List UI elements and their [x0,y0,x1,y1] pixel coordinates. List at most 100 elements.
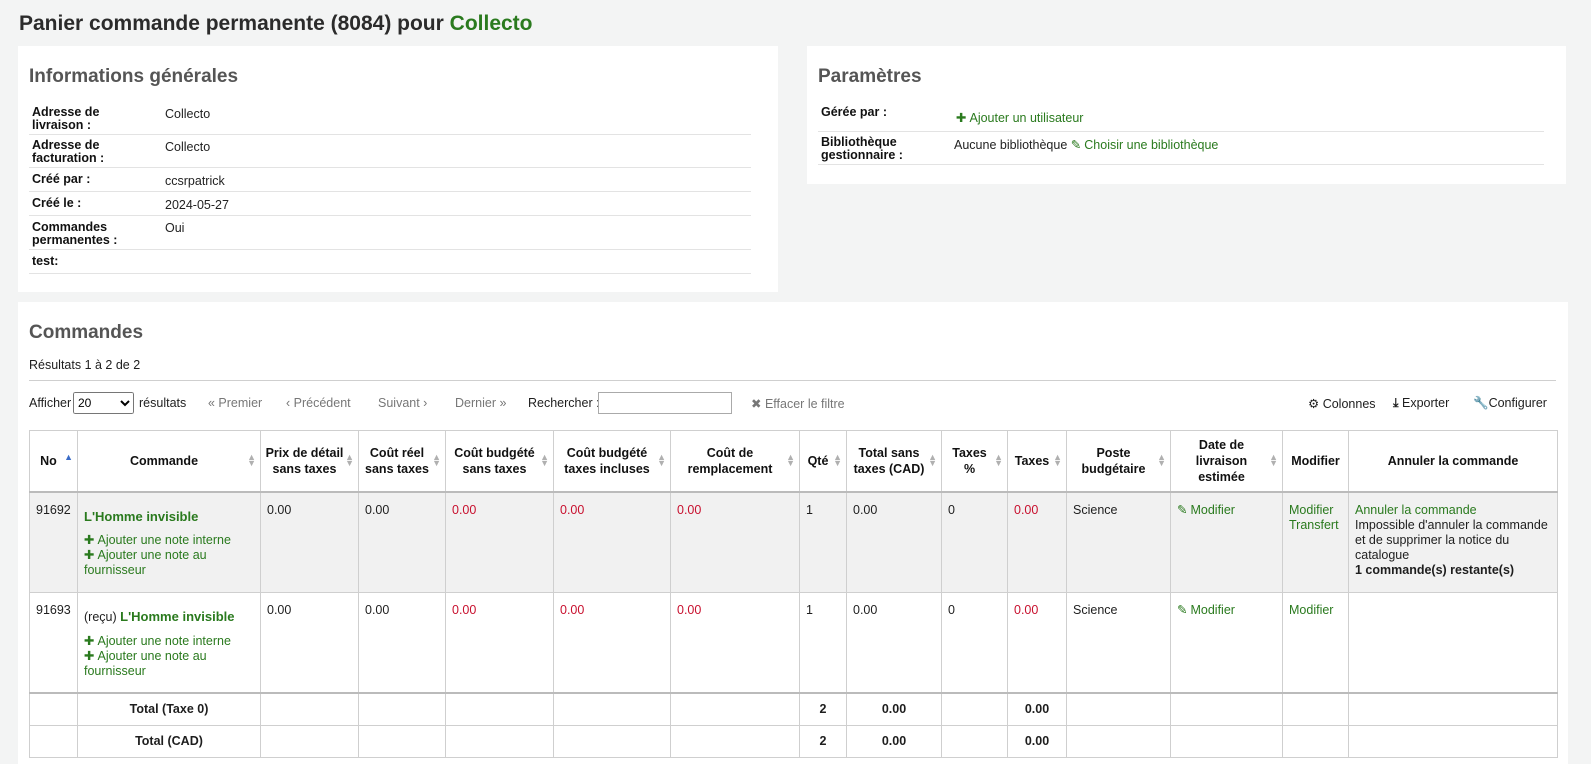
configure-button[interactable]: 🔧Configurer [1473,396,1547,411]
cell-empty [358,692,446,726]
header-label: Coût budgété taxes incluses [564,446,650,476]
results-count: Résultats 1 à 2 de 2 [29,358,141,372]
pencil-icon: ✎ [1070,138,1082,152]
library-value: Aucune bibliothèque ✎ Choisir une bibliot… [954,137,1218,152]
page-title: Panier commande permanente (8084) pour C… [19,12,533,36]
total-qty: 2 [799,692,847,726]
add-internal-note-link[interactable]: ✚ Ajouter une note interne [84,533,231,547]
vendor-link[interactable]: Collecto [450,12,533,35]
edit-delivery-link[interactable]: ✎ Modifier [1177,603,1235,617]
col-header-budgeted-ex[interactable]: Coût budgété sans taxes ▲ ▼ [445,430,554,493]
header-label: Commande [129,454,199,468]
sort-icon: ▲ ▼ [994,452,1003,468]
show-label: Afficher [29,396,72,410]
total-amount: 0.00 [846,725,942,758]
sort-icon: ▲ ▼ [247,452,256,468]
plus-icon: ✚ [84,649,95,663]
parameters-heading: Paramètres [818,66,922,87]
last-page-button[interactable]: Dernier » [455,396,506,410]
info-value: Oui [165,221,185,235]
clear-filter-button[interactable]: ✖ Effacer le filtre [751,396,845,411]
orders-heading: Commandes [29,322,144,343]
sort-icon: ▲ ▼ [928,452,937,468]
order-title-link[interactable]: L'Homme invisible [84,509,254,524]
total-tax: 0.00 [1007,692,1067,726]
sort-asc-icon: ▲ [64,452,73,462]
first-page-button[interactable]: « Premier [208,396,262,410]
clear-filter-label: Effacer le filtre [764,397,845,411]
add-vendor-note-link[interactable]: ✚ Ajouter une note au fournisseur [84,649,207,678]
received-tag: (reçu) [84,610,117,624]
add-internal-note-label: Ajouter une note interne [97,634,231,648]
download-icon: ⤓ [1393,396,1399,410]
cell-actual: 0.00 [358,491,446,593]
info-label: test: [32,254,59,268]
info-row-created-by: Créé par : ccsrpatrick [29,168,751,192]
label-line: Adresse de [32,105,100,119]
col-header-fund[interactable]: Poste budgétaire ▲ ▼ [1066,430,1171,493]
cell-no: 91692 [29,491,78,593]
page-size-select[interactable]: 20 [73,392,134,414]
col-header-tax-pct[interactable]: Taxes % ▲ ▼ [941,430,1008,493]
search-input[interactable] [598,392,732,414]
total-amount: 0.00 [846,692,942,726]
header-label: Taxes % [952,446,987,476]
cell-actual: 0.00 [358,592,446,694]
previous-page-button[interactable]: ‹ Précédent [286,396,351,410]
col-header-actual[interactable]: Coût réel sans taxes ▲ ▼ [358,430,446,493]
cell-budgeted-ex: 0.00 [445,491,554,593]
cell-empty [260,725,359,758]
info-value: Collecto [165,107,211,121]
col-header-budgeted-inc[interactable]: Coût budgété taxes incluses ▲ ▼ [553,430,671,493]
plus-icon: ✚ [84,533,95,547]
order-notes: ✚ Ajouter une note interne ✚ Ajouter une n… [84,634,254,679]
cell-delivery: ✎ Modifier [1170,491,1283,593]
cell-empty [1066,725,1171,758]
col-header-replacement[interactable]: Coût de remplacement ▲ ▼ [670,430,800,493]
info-label: Adresse de facturation : [32,139,104,165]
orders-panel: Commandes Résultats 1 à 2 de 2 Afficher … [18,302,1568,764]
export-button[interactable]: ⤓ Exporter [1393,396,1449,411]
modify-link[interactable]: Modifier [1289,603,1342,618]
param-label: Gérée par : [821,105,888,119]
col-header-qty[interactable]: Qté ▲ ▼ [799,430,847,493]
add-vendor-note-link[interactable]: ✚ Ajouter une note au fournisseur [84,548,207,577]
info-label: Adresse de livraison : [32,106,99,132]
add-internal-note-link[interactable]: ✚ Ajouter une note interne [84,634,231,648]
library-value-text: Aucune bibliothèque [954,138,1068,152]
cell-cancel [1348,592,1558,694]
header-label: Qté [807,454,829,468]
info-label: Créé par : [32,172,91,186]
add-user-link[interactable]: ✚ Ajouter un utilisateur [956,110,1083,125]
cell-order: (reçu) L'Homme invisible ✚ Ajouter une no… [77,592,261,694]
info-value: ccsrpatrick [165,174,225,188]
cancel-order-link[interactable]: Annuler la commande [1355,503,1551,518]
cell-tax-pct: 0 [941,491,1008,593]
col-header-total[interactable]: Total sans taxes (CAD) ▲ ▼ [846,430,942,493]
param-row-library: Bibliothèque gestionnaire : Aucune bibli… [818,132,1544,165]
cell-empty [1348,725,1558,758]
header-label: Poste budgétaire [1081,446,1146,476]
edit-delivery-label: Modifier [1190,503,1235,517]
next-page-button[interactable]: Suivant › [378,396,427,410]
table-toolbar: Afficher 20 résultats « Premier ‹ Précéd… [29,392,1559,416]
cell-empty [1348,692,1558,726]
col-header-delivery[interactable]: Date de livraison estimée ▲ ▼ [1170,430,1283,493]
header-label: Modifier [1291,454,1340,468]
cell-empty [553,692,671,726]
export-label: Exporter [1402,396,1450,410]
edit-delivery-link[interactable]: ✎ Modifier [1177,503,1235,517]
order-title-link[interactable]: L'Homme invisible [120,609,234,624]
col-header-retail[interactable]: Prix de détail sans taxes ▲ ▼ [260,430,359,493]
transfer-link[interactable]: Transfert [1289,518,1342,533]
choose-library-link[interactable]: ✎ Choisir une bibliothèque [1071,138,1219,152]
info-row-delivery: Adresse de livraison : Collecto [29,104,751,135]
modify-link[interactable]: Modifier [1289,503,1342,518]
columns-button[interactable]: ⚙ Colonnes [1308,396,1376,411]
add-user-label: Ajouter un utilisateur [969,111,1084,125]
col-header-order[interactable]: Commande ▲ ▼ [77,430,261,493]
sort-icon: ▲ ▼ [833,452,842,468]
total-tax: 0.00 [1007,725,1067,758]
col-header-no[interactable]: No ▲ [29,430,78,493]
col-header-tax[interactable]: Taxes ▲ ▼ [1007,430,1067,493]
